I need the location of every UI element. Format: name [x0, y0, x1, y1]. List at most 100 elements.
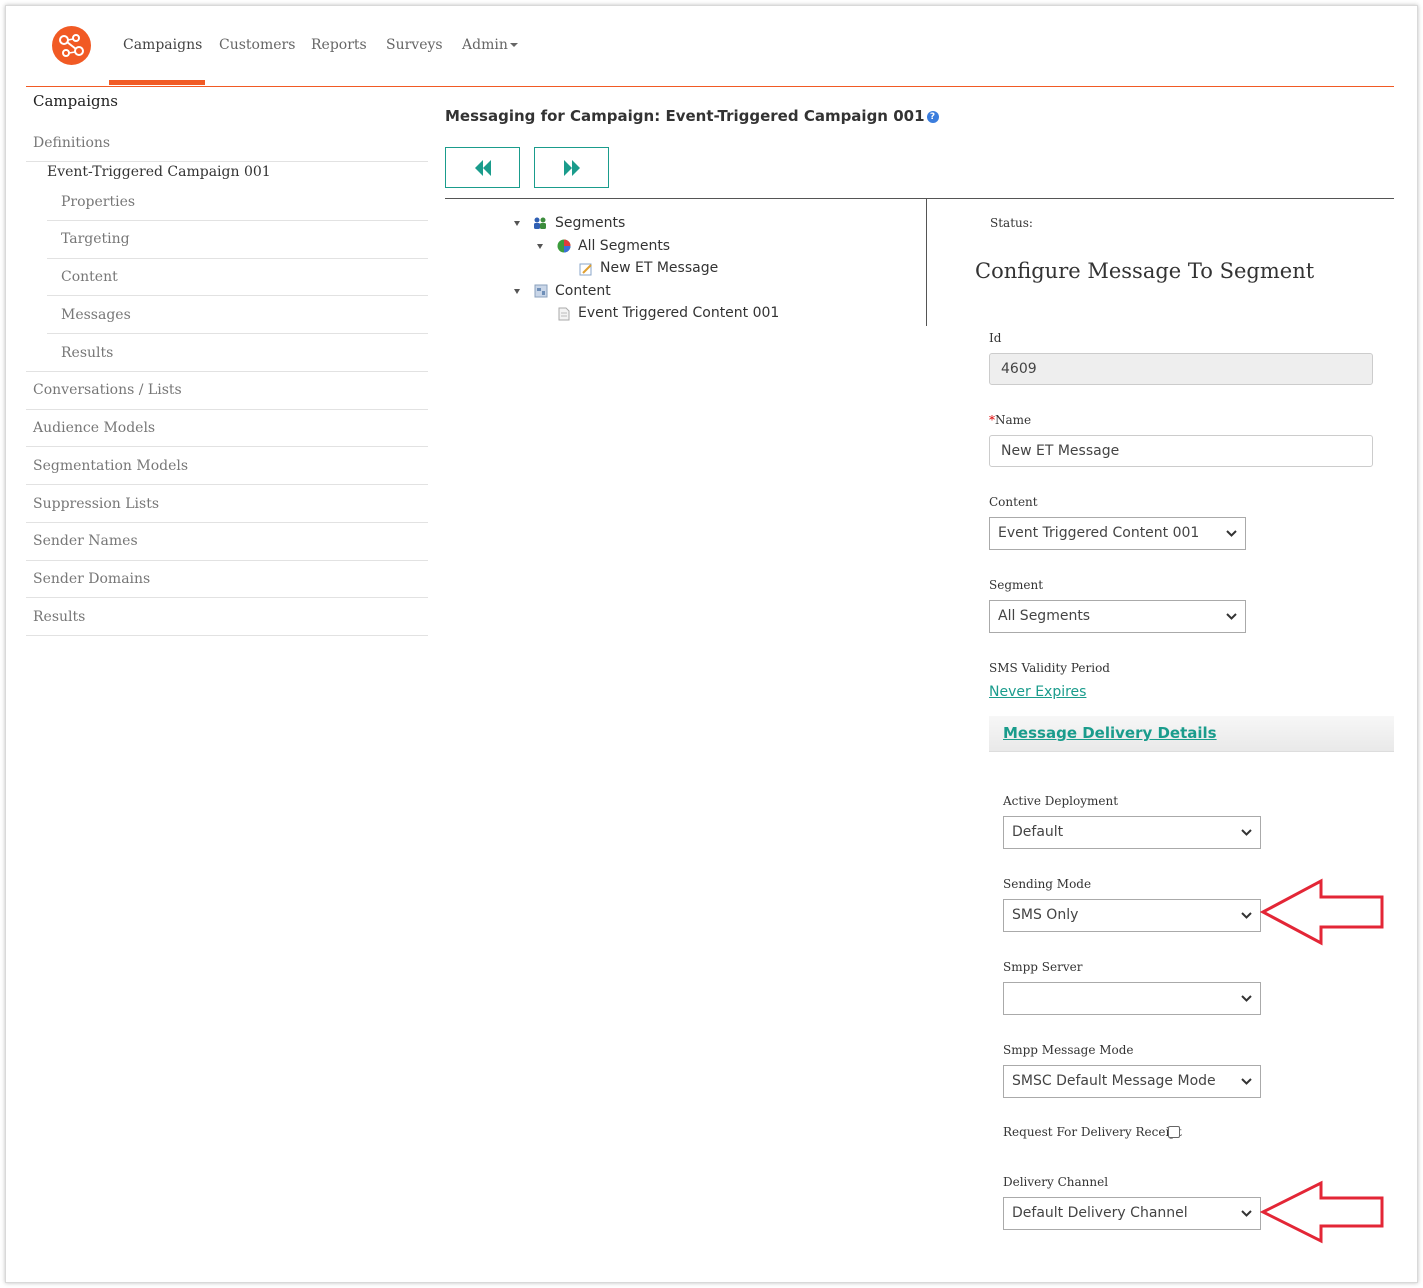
- sidebar-divider: [26, 484, 428, 485]
- content-select-value: Event Triggered Content 001: [998, 525, 1200, 541]
- nav-admin-label: Admin: [462, 37, 508, 53]
- tree-node-message[interactable]: New ET Message: [600, 260, 718, 276]
- nav-reports[interactable]: Reports: [311, 37, 367, 53]
- smpp-server-label: Smpp Server: [1003, 960, 1083, 974]
- sidebar-item-audience-models[interactable]: Audience Models: [33, 420, 155, 436]
- sidebar-divider: [26, 560, 428, 561]
- nav-surveys[interactable]: Surveys: [386, 37, 443, 53]
- id-label: Id: [989, 331, 1002, 345]
- name-input[interactable]: New ET Message: [989, 435, 1373, 467]
- chevron-down-icon: [1241, 912, 1252, 919]
- delivery-channel-value: Default Delivery Channel: [1012, 1205, 1188, 1221]
- nav-divider: [26, 86, 1394, 87]
- previous-button[interactable]: [445, 147, 520, 188]
- message-edit-icon: [579, 263, 592, 276]
- annotation-arrow-icon: [1260, 878, 1384, 946]
- main-divider: [445, 198, 1394, 199]
- sidebar-item-definitions[interactable]: Definitions: [33, 135, 110, 151]
- tree-node-content[interactable]: Content: [555, 283, 611, 299]
- sending-mode-value: SMS Only: [1012, 907, 1079, 923]
- sidebar-item-messages[interactable]: Messages: [61, 307, 131, 323]
- annotation-arrow-icon: [1260, 1180, 1384, 1244]
- content-select[interactable]: Event Triggered Content 001: [989, 517, 1246, 550]
- sidebar-divider: [26, 371, 428, 372]
- nav-campaigns[interactable]: Campaigns: [123, 37, 202, 53]
- sidebar-item-conversations[interactable]: Conversations / Lists: [33, 382, 182, 398]
- sidebar-divider: [26, 635, 428, 636]
- sidebar-divider: [47, 333, 428, 334]
- fast-forward-icon: [564, 160, 580, 176]
- chevron-down-icon: [1241, 1078, 1252, 1085]
- smpp-server-select[interactable]: [1003, 982, 1261, 1015]
- delivery-details-toggle[interactable]: Message Delivery Details: [1003, 724, 1217, 742]
- segment-select-value: All Segments: [998, 608, 1091, 624]
- chevron-down-icon: [1241, 829, 1252, 836]
- sidebar-item-results-sub[interactable]: Results: [61, 345, 113, 361]
- name-label-text: Name: [995, 413, 1032, 427]
- nav-customers[interactable]: Customers: [219, 37, 295, 53]
- sidebar-item-campaign[interactable]: Event-Triggered Campaign 001: [47, 164, 271, 180]
- active-deployment-select[interactable]: Default: [1003, 816, 1261, 849]
- help-icon[interactable]: ?: [926, 110, 939, 123]
- rewind-icon: [475, 160, 491, 176]
- sidebar-divider: [26, 409, 428, 410]
- active-tab-indicator: [109, 80, 205, 85]
- sidebar-item-sender-names[interactable]: Sender Names: [33, 533, 138, 549]
- network-logo-icon: [59, 34, 84, 57]
- collapse-toggle-icon[interactable]: [514, 221, 520, 226]
- sidebar-title: Campaigns: [33, 92, 118, 110]
- sidebar-item-sender-domains[interactable]: Sender Domains: [33, 571, 150, 587]
- smpp-message-mode-select[interactable]: SMSC Default Message Mode: [1003, 1065, 1261, 1098]
- sidebar-item-results[interactable]: Results: [33, 609, 85, 625]
- tree-node-all-segments[interactable]: All Segments: [578, 238, 670, 254]
- delivery-receipt-label: Request For Delivery Receipt: [1003, 1125, 1182, 1139]
- form-heading: Configure Message To Segment: [975, 259, 1315, 283]
- sending-mode-select[interactable]: SMS Only: [1003, 899, 1261, 932]
- id-field: 4609: [989, 353, 1373, 385]
- delivery-channel-label: Delivery Channel: [1003, 1175, 1109, 1189]
- segment-label: Segment: [989, 578, 1044, 592]
- chevron-down-icon: [1226, 613, 1237, 620]
- sending-mode-label: Sending Mode: [1003, 877, 1092, 891]
- panel-splitter[interactable]: [926, 199, 927, 326]
- sidebar-item-content[interactable]: Content: [61, 269, 118, 285]
- page-title: Messaging for Campaign: Event-Triggered …: [445, 107, 939, 125]
- sidebar-divider: [47, 220, 428, 221]
- sms-validity-link[interactable]: Never Expires: [989, 684, 1086, 700]
- sms-validity-label: SMS Validity Period: [989, 661, 1110, 675]
- name-label: *Name: [989, 413, 1031, 427]
- delivery-channel-select[interactable]: Default Delivery Channel: [1003, 1197, 1261, 1230]
- sidebar-item-targeting[interactable]: Targeting: [61, 231, 130, 247]
- nav-admin[interactable]: Admin: [462, 37, 518, 53]
- sidebar-divider: [26, 161, 428, 162]
- sidebar-divider: [26, 597, 428, 598]
- content-folder-icon: [534, 284, 548, 298]
- delivery-receipt-checkbox[interactable]: [1168, 1126, 1180, 1138]
- tree-node-content-item[interactable]: Event Triggered Content 001: [578, 305, 779, 321]
- segment-select[interactable]: All Segments: [989, 600, 1246, 633]
- next-button[interactable]: [534, 147, 609, 188]
- active-deployment-label: Active Deployment: [1003, 794, 1119, 808]
- caret-down-icon: [509, 43, 518, 47]
- sidebar-item-properties[interactable]: Properties: [61, 194, 135, 210]
- status-label: Status:: [990, 216, 1033, 230]
- sidebar-divider: [47, 295, 428, 296]
- sidebar-divider: [47, 258, 428, 259]
- app-logo[interactable]: [52, 26, 91, 65]
- sidebar-divider: [26, 522, 428, 523]
- users-icon: [534, 217, 546, 229]
- active-deployment-value: Default: [1012, 824, 1064, 840]
- document-icon: [558, 307, 570, 321]
- chevron-down-icon: [1241, 995, 1252, 1002]
- sidebar-item-segmentation-models[interactable]: Segmentation Models: [33, 458, 188, 474]
- tree-node-segments[interactable]: Segments: [555, 215, 625, 231]
- page-title-text: Messaging for Campaign: Event-Triggered …: [445, 107, 925, 125]
- sidebar-item-suppression-lists[interactable]: Suppression Lists: [33, 496, 159, 512]
- chevron-down-icon: [1241, 1210, 1252, 1217]
- delivery-details-section: Message Delivery Details: [989, 716, 1394, 752]
- sidebar-divider: [26, 446, 428, 447]
- collapse-toggle-icon[interactable]: [514, 289, 520, 294]
- collapse-toggle-icon[interactable]: [537, 244, 543, 249]
- pie-chart-icon: [557, 239, 571, 253]
- smpp-message-mode-label: Smpp Message Mode: [1003, 1043, 1134, 1057]
